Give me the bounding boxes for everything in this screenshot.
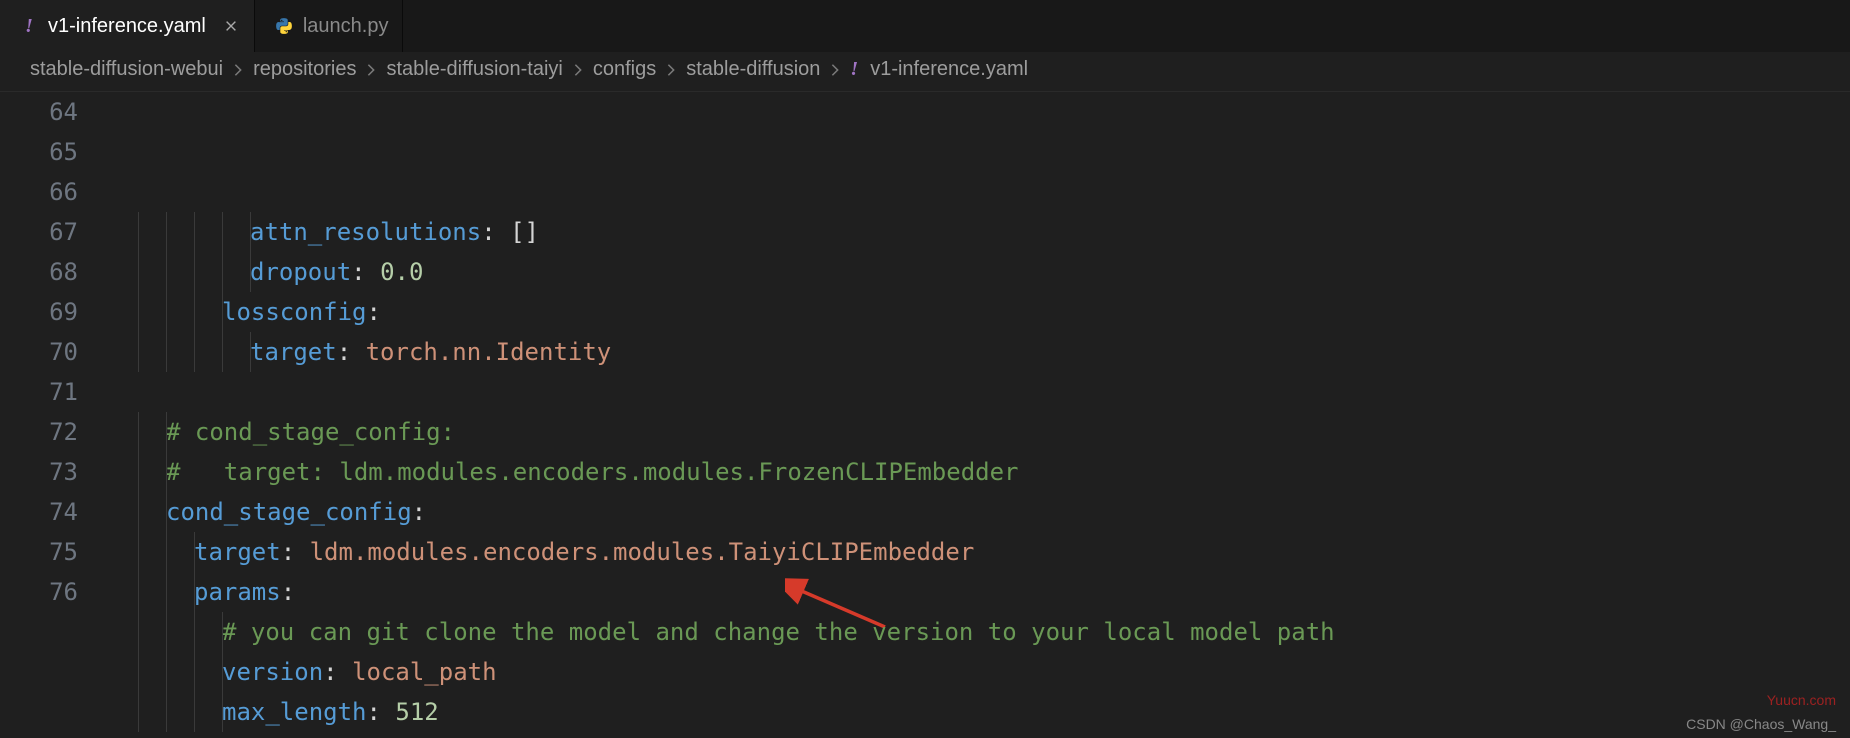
python-icon bbox=[275, 17, 293, 35]
chevron-right-icon bbox=[364, 63, 378, 77]
code-line[interactable]: lossconfig: bbox=[110, 292, 1850, 332]
line-number: 71 bbox=[0, 372, 78, 412]
breadcrumb-item[interactable]: stable-diffusion bbox=[686, 58, 820, 81]
chevron-right-icon bbox=[571, 63, 585, 77]
watermark-csdn: CSDN @Chaos_Wang_ bbox=[1686, 716, 1836, 732]
breadcrumb-item[interactable]: configs bbox=[593, 58, 656, 81]
tab-label: launch.py bbox=[303, 15, 389, 38]
line-number: 64 bbox=[0, 92, 78, 132]
watermark-yuucn: Yuucn.com bbox=[1767, 692, 1836, 708]
tab-launch-py[interactable]: launch.py bbox=[255, 0, 404, 52]
line-number: 69 bbox=[0, 292, 78, 332]
line-number: 76 bbox=[0, 572, 78, 612]
line-number: 68 bbox=[0, 252, 78, 292]
yaml-icon: ! bbox=[850, 58, 858, 81]
chevron-right-icon bbox=[231, 63, 245, 77]
breadcrumb: stable-diffusion-webui repositories stab… bbox=[0, 52, 1850, 92]
line-number: 72 bbox=[0, 412, 78, 452]
code-line[interactable]: dropout: 0.0 bbox=[110, 252, 1850, 292]
code-line[interactable] bbox=[110, 372, 1850, 412]
yaml-icon: ! bbox=[20, 17, 38, 35]
chevron-right-icon bbox=[828, 63, 842, 77]
code-line[interactable]: version: local_path bbox=[110, 652, 1850, 692]
code-editor[interactable]: 64656667686970717273747576 attn_resoluti… bbox=[0, 92, 1850, 732]
code-line[interactable]: # you can git clone the model and change… bbox=[110, 612, 1850, 652]
code-line[interactable]: target: torch.nn.Identity bbox=[110, 332, 1850, 372]
code-line[interactable]: target: ldm.modules.encoders.modules.Tai… bbox=[110, 532, 1850, 572]
line-number: 70 bbox=[0, 332, 78, 372]
breadcrumb-item[interactable]: repositories bbox=[253, 58, 356, 81]
code-line[interactable]: # target: ldm.modules.encoders.modules.F… bbox=[110, 452, 1850, 492]
code-line[interactable]: cond_stage_config: bbox=[110, 492, 1850, 532]
line-number: 75 bbox=[0, 532, 78, 572]
code-line[interactable]: attn_resolutions: [] bbox=[110, 212, 1850, 252]
line-number: 65 bbox=[0, 132, 78, 172]
tab-label: v1-inference.yaml bbox=[48, 15, 206, 38]
code-line[interactable]: # cond_stage_config: bbox=[110, 412, 1850, 452]
breadcrumb-file[interactable]: v1-inference.yaml bbox=[870, 58, 1028, 81]
close-icon[interactable] bbox=[222, 17, 240, 35]
breadcrumb-item[interactable]: stable-diffusion-webui bbox=[30, 58, 223, 81]
line-number-gutter: 64656667686970717273747576 bbox=[0, 92, 110, 732]
tab-v1-inference[interactable]: ! v1-inference.yaml bbox=[0, 0, 255, 52]
chevron-right-icon bbox=[664, 63, 678, 77]
code-content[interactable]: attn_resolutions: []dropout: 0.0lossconf… bbox=[110, 92, 1850, 732]
code-line[interactable]: params: bbox=[110, 572, 1850, 612]
line-number: 67 bbox=[0, 212, 78, 252]
line-number: 73 bbox=[0, 452, 78, 492]
line-number: 66 bbox=[0, 172, 78, 212]
breadcrumb-item[interactable]: stable-diffusion-taiyi bbox=[386, 58, 562, 81]
code-line[interactable]: max_length: 512 bbox=[110, 692, 1850, 732]
line-number: 74 bbox=[0, 492, 78, 532]
tab-bar: ! v1-inference.yaml launch.py bbox=[0, 0, 1850, 52]
